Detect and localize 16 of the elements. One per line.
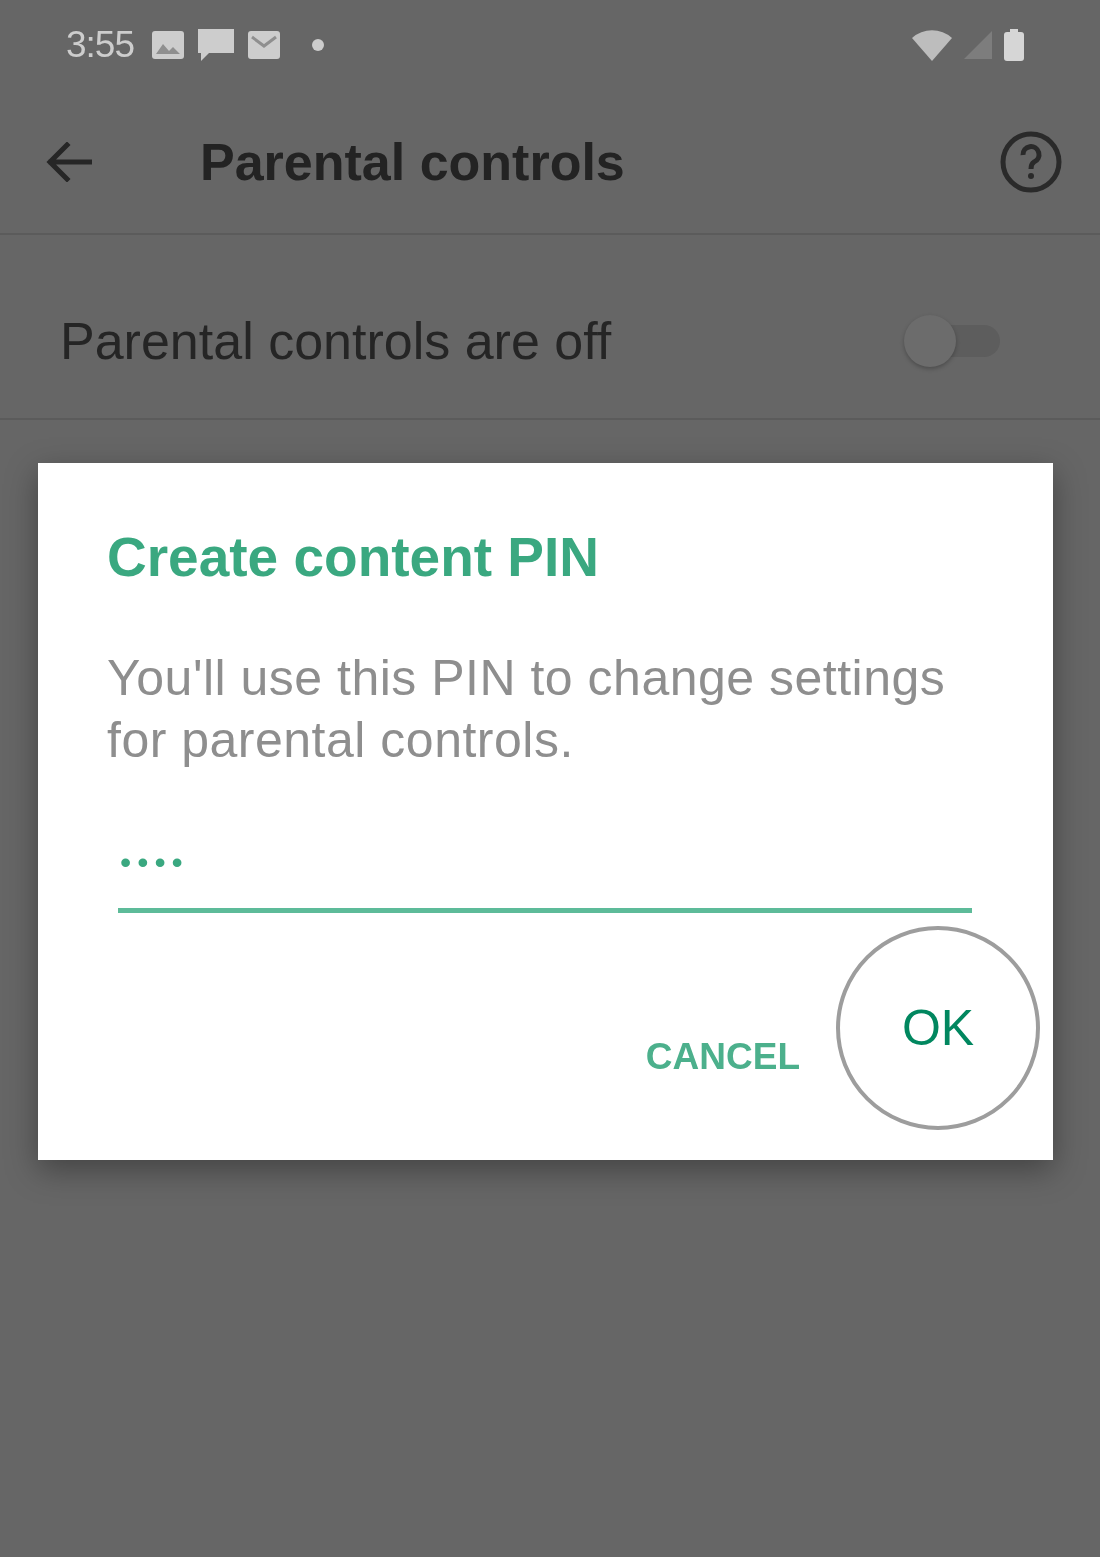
pin-field[interactable]: •••• <box>118 830 972 913</box>
message-icon <box>198 29 234 61</box>
envelope-icon <box>248 31 280 59</box>
screen-title: Parental controls <box>200 131 625 192</box>
dot-icon <box>312 39 324 51</box>
ok-button[interactable]: OK <box>836 926 1040 1130</box>
back-arrow-icon[interactable] <box>46 141 92 182</box>
dialog-message: You'll use this PIN to change settings for parental controls. <box>107 649 947 770</box>
battery-icon <box>1004 29 1024 61</box>
status-time: 3:55 <box>66 24 134 66</box>
dialog-title: Create content PIN <box>107 527 601 587</box>
setting-label: Parental controls are off <box>60 310 612 371</box>
picture-icon <box>152 31 184 59</box>
cancel-button[interactable]: CANCEL <box>645 1026 800 1088</box>
help-icon[interactable] <box>1000 130 1062 193</box>
wifi-icon <box>912 29 952 61</box>
